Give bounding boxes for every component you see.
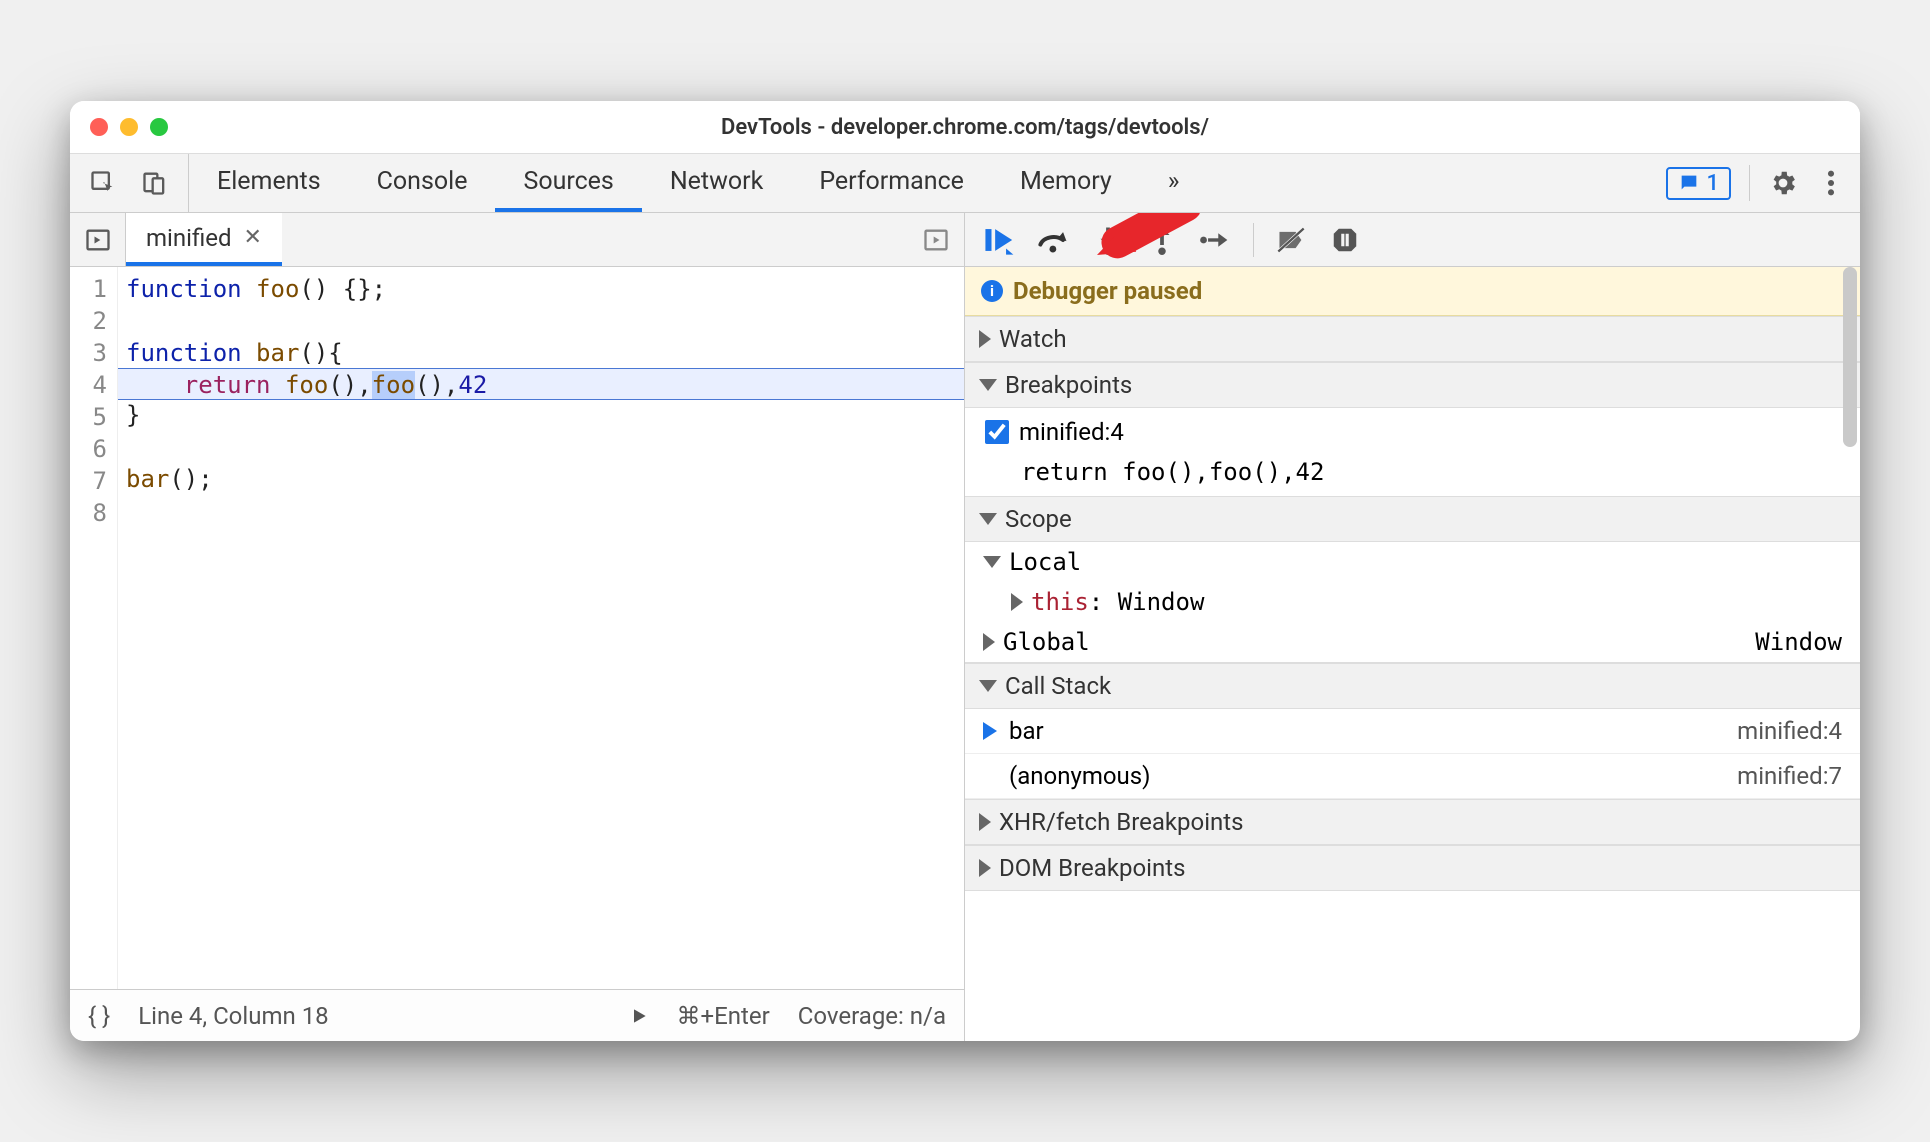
breakpoint-checkbox[interactable] (985, 420, 1009, 444)
window-maximize-button[interactable] (150, 118, 168, 136)
source-pane: minified ✕ 12345678 function foo() {}; f… (70, 213, 965, 1041)
run-icon[interactable] (629, 1006, 649, 1026)
body: minified ✕ 12345678 function foo() {}; f… (70, 213, 1860, 1041)
breakpoint-code: return foo(),foo(),42 (965, 452, 1860, 492)
scope-global[interactable]: Global Window (965, 622, 1860, 662)
pause-on-exceptions-icon[interactable] (1328, 223, 1362, 257)
breakpoints-section-header[interactable]: Breakpoints (965, 362, 1860, 408)
inspect-icon[interactable] (88, 168, 118, 198)
dom-breakpoints-section-header[interactable]: DOM Breakpoints (965, 845, 1860, 891)
debugger-status: Debugger paused (1013, 277, 1202, 305)
panel-tabs: Elements Console Sources Network Perform… (189, 154, 1652, 212)
main-toolbar: Elements Console Sources Network Perform… (70, 153, 1860, 213)
tabs-overflow-button[interactable]: » (1140, 154, 1208, 212)
scope-section: Local this: Window Global Window (965, 542, 1860, 663)
titlebar: DevTools - developer.chrome.com/tags/dev… (70, 101, 1860, 153)
coverage-label: Coverage: n/a (798, 1002, 946, 1030)
step-into-icon[interactable] (1091, 223, 1125, 257)
toolbar-divider (1749, 165, 1750, 201)
chevron-right-icon (979, 859, 991, 877)
step-over-icon[interactable] (1037, 223, 1071, 257)
breakpoints-section: minified:4 return foo(),foo(),42 (965, 408, 1860, 496)
issues-count: 1 (1706, 171, 1719, 196)
tab-network[interactable]: Network (642, 154, 791, 212)
more-icon[interactable] (1816, 168, 1846, 198)
issues-badge[interactable]: 1 (1666, 167, 1731, 200)
cursor-position: Line 4, Column 18 (138, 1002, 328, 1030)
run-snippet-icon[interactable] (908, 213, 964, 266)
breakpoint-item[interactable]: minified:4 (965, 412, 1860, 452)
source-file-tab[interactable]: minified ✕ (126, 213, 282, 266)
line-gutter: 12345678 (70, 267, 118, 989)
chevron-right-icon (979, 813, 991, 831)
scope-local-this[interactable]: this: Window (965, 582, 1860, 622)
gear-icon[interactable] (1768, 168, 1798, 198)
breakpoint-location: minified:4 (1019, 418, 1124, 446)
tab-elements[interactable]: Elements (189, 154, 349, 212)
chevron-down-icon (979, 513, 997, 525)
tab-console[interactable]: Console (349, 154, 496, 212)
code-editor[interactable]: 12345678 function foo() {}; function bar… (70, 267, 964, 989)
info-icon: i (981, 280, 1003, 302)
tab-performance[interactable]: Performance (791, 154, 992, 212)
traffic-lights (90, 118, 168, 136)
scope-local[interactable]: Local (965, 542, 1860, 582)
tab-memory[interactable]: Memory (992, 154, 1140, 212)
chevron-right-icon (1011, 593, 1023, 611)
callstack-frame[interactable]: (anonymous) minified:7 (965, 754, 1860, 799)
debugger-paused-banner: i Debugger paused (965, 267, 1860, 316)
run-shortcut: ⌘+Enter (677, 1002, 770, 1030)
debugger-toolbar (965, 213, 1860, 267)
chevron-down-icon (979, 379, 997, 391)
scrollbar[interactable] (1843, 267, 1857, 447)
source-tabbar: minified ✕ (70, 213, 964, 267)
step-icon[interactable] (1199, 223, 1233, 257)
window-close-button[interactable] (90, 118, 108, 136)
chevron-right-icon (983, 633, 995, 651)
navigator-toggle-icon[interactable] (70, 213, 126, 266)
debug-pane: i Debugger paused Watch Breakpoints mini… (965, 213, 1860, 1041)
resume-icon[interactable] (983, 223, 1017, 257)
pretty-print-icon[interactable]: { } (88, 1002, 110, 1030)
window-title: DevTools - developer.chrome.com/tags/dev… (70, 115, 1860, 140)
xhr-breakpoints-section-header[interactable]: XHR/fetch Breakpoints (965, 799, 1860, 845)
source-statusbar: { } Line 4, Column 18 ⌘+Enter Coverage: … (70, 989, 964, 1041)
chevron-down-icon (979, 680, 997, 692)
watch-section-header[interactable]: Watch (965, 316, 1860, 362)
chevron-right-icon (979, 330, 991, 348)
deactivate-breakpoints-icon[interactable] (1274, 223, 1308, 257)
tab-sources[interactable]: Sources (495, 154, 641, 212)
callstack-frame[interactable]: bar minified:4 (965, 709, 1860, 754)
chevron-down-icon (983, 556, 1001, 568)
callstack-section-header[interactable]: Call Stack (965, 663, 1860, 709)
source-file-name: minified (146, 224, 232, 252)
close-icon[interactable]: ✕ (244, 225, 262, 250)
callstack-section: bar minified:4 (anonymous) minified:7 (965, 709, 1860, 799)
scope-section-header[interactable]: Scope (965, 496, 1860, 542)
step-out-icon[interactable] (1145, 223, 1179, 257)
window-minimize-button[interactable] (120, 118, 138, 136)
devtools-window: DevTools - developer.chrome.com/tags/dev… (70, 101, 1860, 1041)
device-toggle-icon[interactable] (140, 168, 170, 198)
